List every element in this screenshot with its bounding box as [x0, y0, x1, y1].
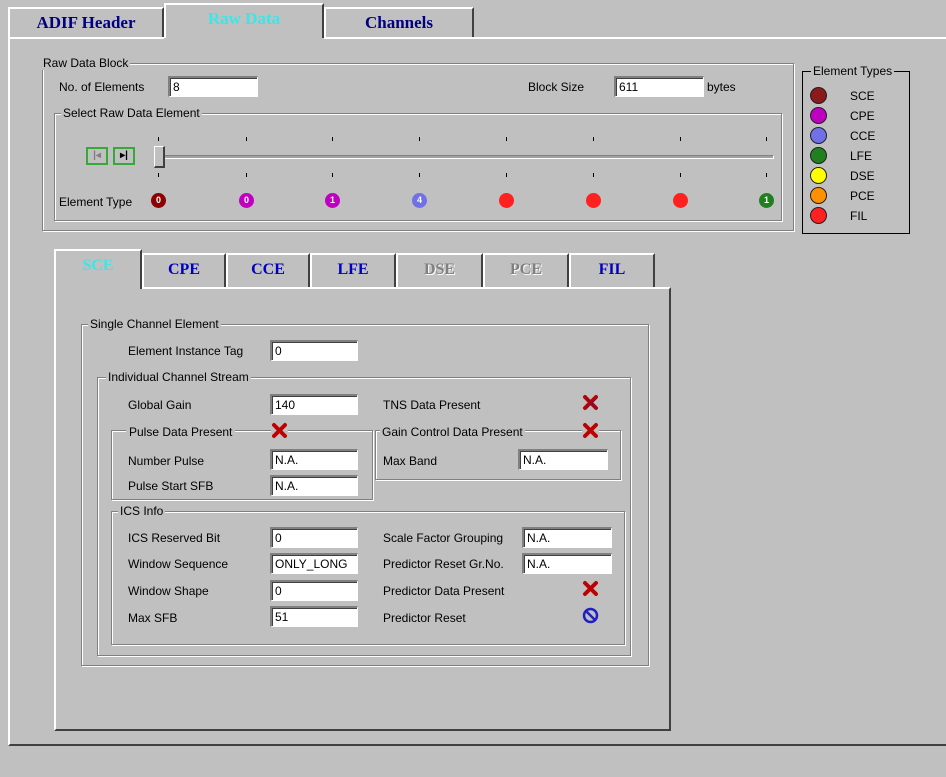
number-pulse-field[interactable]: N.A. — [270, 449, 358, 470]
first-element-button[interactable]: |◂ — [86, 147, 108, 165]
legend-label-lfe: LFE — [850, 149, 873, 163]
tns-label: TNS Data Present — [383, 398, 481, 412]
reserved-bit-label: ICS Reserved Bit — [128, 531, 221, 545]
legend-label-cce: CCE — [850, 129, 876, 143]
predictor-reset-grno-field[interactable]: N.A. — [522, 553, 612, 574]
legend-label-sce: SCE — [850, 89, 875, 103]
legend-label-fil: FIL — [850, 209, 868, 223]
element-slider-thumb[interactable] — [154, 146, 165, 168]
select-element-title: Select Raw Data Element — [61, 106, 202, 120]
legend-dot-dse — [810, 167, 827, 184]
prohibited-icon — [582, 607, 599, 624]
slider-tick — [593, 137, 594, 141]
block-size-unit: bytes — [707, 80, 736, 94]
tab-cce[interactable]: CCE — [226, 253, 310, 287]
predictor-data-label: Predictor Data Present — [383, 584, 505, 598]
legend-dot-sce — [810, 87, 827, 104]
num-elements-field[interactable]: 8 — [168, 76, 258, 97]
window-shape-label: Window Shape — [128, 584, 209, 598]
legend-label-dse: DSE — [850, 169, 875, 183]
reserved-bit-field[interactable]: 0 — [270, 527, 358, 548]
slider-tick — [680, 173, 681, 177]
legend-dot-cpe — [810, 107, 827, 124]
element-types-title: Element Types — [811, 64, 895, 78]
window-shape-field[interactable]: 0 — [270, 580, 358, 601]
pulse-start-label: Pulse Start SFB — [128, 479, 214, 493]
legend-dot-fil — [810, 207, 827, 224]
slider-tick — [246, 173, 247, 177]
element-slider-track[interactable] — [160, 155, 774, 159]
tab-dse[interactable]: DSE — [396, 253, 483, 287]
element-type-marker — [673, 193, 688, 208]
instance-tag-label: Element Instance Tag — [128, 344, 244, 358]
tab-adif-header[interactable]: ADIF Header — [8, 7, 164, 37]
max-sfb-field[interactable]: 51 — [270, 606, 358, 627]
window-sequence-field[interactable]: ONLY_LONG — [270, 553, 358, 574]
legend-dot-cce — [810, 127, 827, 144]
window-sequence-label: Window Sequence — [128, 557, 229, 571]
element-type-marker: 4 — [412, 193, 427, 208]
slider-tick — [766, 137, 767, 141]
max-sfb-label: Max SFB — [128, 611, 178, 625]
num-elements-label: No. of Elements — [59, 80, 145, 94]
sce-title: Single Channel Element — [88, 317, 221, 331]
pulse-x-icon — [271, 422, 288, 439]
predictor-reset-label: Predictor Reset — [383, 611, 466, 625]
number-pulse-label: Number Pulse — [128, 454, 205, 468]
tab-lfe[interactable]: LFE — [310, 253, 396, 287]
sf-grouping-label: Scale Factor Grouping — [383, 531, 504, 545]
slider-tick — [246, 137, 247, 141]
tab-raw-data[interactable]: Raw Data — [164, 3, 324, 38]
slider-tick — [419, 137, 420, 141]
raw-data-block-title: Raw Data Block — [41, 56, 131, 70]
pulse-start-field[interactable]: N.A. — [270, 475, 358, 496]
tab-pce[interactable]: PCE — [483, 253, 569, 287]
legend-dot-lfe — [810, 147, 827, 164]
slider-tick — [680, 137, 681, 141]
slider-tick — [506, 137, 507, 141]
element-type-marker: 1 — [759, 193, 774, 208]
max-band-field[interactable]: N.A. — [518, 449, 608, 470]
pulse-title: Pulse Data Present — [126, 425, 236, 439]
tab-fil[interactable]: FIL — [569, 253, 655, 287]
element-type-marker — [586, 193, 601, 208]
tab-strip-line — [8, 37, 164, 39]
tab-strip-line — [324, 37, 946, 39]
legend-dot-pce — [810, 187, 827, 204]
slider-tick — [158, 137, 159, 141]
element-type-marker: 0 — [151, 193, 166, 208]
predictor-data-x-icon — [583, 581, 598, 596]
slider-tick — [332, 173, 333, 177]
block-size-field[interactable]: 611 — [614, 76, 704, 97]
legend-label-pce: PCE — [850, 189, 875, 203]
tab-sce[interactable]: SCE — [54, 249, 142, 289]
element-type-marker: 0 — [239, 193, 254, 208]
tab-channels[interactable]: Channels — [324, 7, 474, 37]
predictor-reset-grno-label: Predictor Reset Gr.No. — [383, 557, 504, 571]
slider-tick — [158, 173, 159, 177]
global-gain-label: Global Gain — [128, 398, 192, 412]
gain-control-x-icon — [582, 422, 599, 439]
slider-tick — [766, 173, 767, 177]
slider-tick — [419, 173, 420, 177]
legend-label-cpe: CPE — [850, 109, 875, 123]
sf-grouping-field[interactable]: N.A. — [522, 527, 612, 548]
block-size-label: Block Size — [528, 80, 585, 94]
slider-tick — [506, 173, 507, 177]
tns-x-icon — [583, 395, 598, 410]
slider-tick — [593, 173, 594, 177]
instance-tag-field[interactable]: 0 — [270, 340, 358, 361]
ics-title: Individual Channel Stream — [106, 370, 251, 384]
max-band-label: Max Band — [383, 454, 438, 468]
element-type-marker — [499, 193, 514, 208]
tab-cpe[interactable]: CPE — [142, 253, 226, 287]
last-element-button[interactable]: ▸| — [113, 147, 135, 165]
element-type-label: Element Type — [59, 195, 133, 209]
ics-info-title: ICS Info — [118, 504, 166, 518]
slider-tick — [332, 137, 333, 141]
global-gain-field[interactable]: 140 — [270, 394, 358, 415]
element-type-marker: 1 — [325, 193, 340, 208]
gain-control-title: Gain Control Data Present — [380, 425, 525, 439]
